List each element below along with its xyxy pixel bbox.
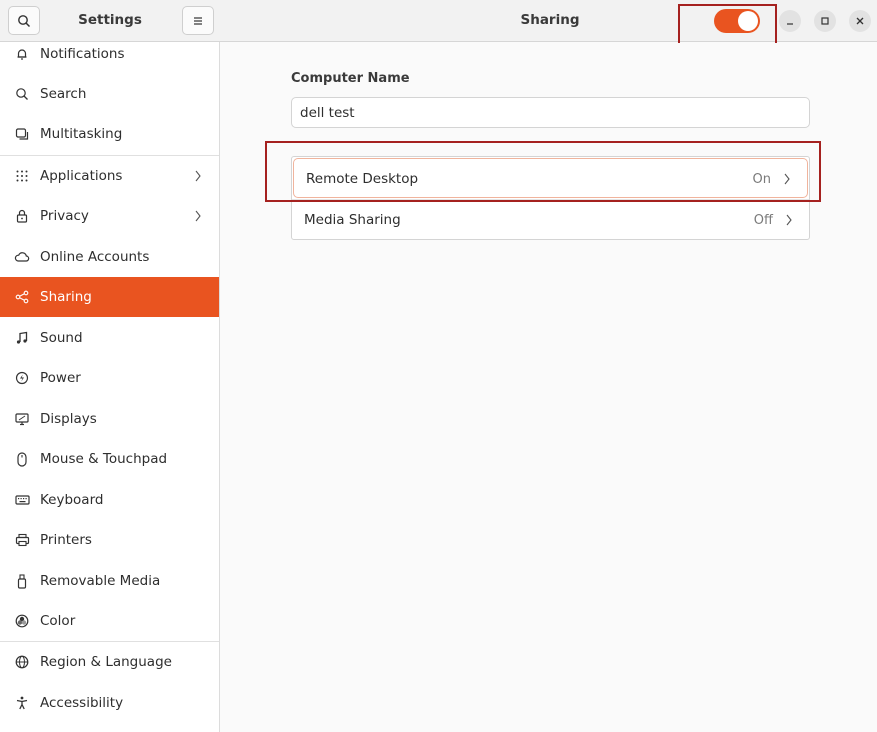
sidebar-item-sound[interactable]: Sound — [0, 318, 219, 358]
keyboard-icon — [14, 492, 30, 508]
sidebar-item-power[interactable]: Power — [0, 358, 219, 398]
content-area: Computer Name Remote Desktop On Media Sh… — [220, 43, 877, 732]
chevron-right-icon — [785, 212, 795, 228]
sidebar-item-label: Sound — [40, 330, 83, 346]
grid-icon — [14, 168, 30, 184]
sidebar: Settings Notifications Search Multitaski… — [0, 0, 220, 732]
sidebar-item-label: Removable Media — [40, 573, 161, 589]
sidebar-item-mouse-touchpad[interactable]: Mouse & Touchpad — [0, 439, 219, 479]
menu-button[interactable] — [182, 6, 214, 35]
sidebar-item-region-language[interactable]: Region & Language — [0, 642, 219, 682]
sidebar-item-applications[interactable]: Applications — [0, 156, 219, 196]
sidebar-item-label: Notifications — [40, 46, 125, 62]
sidebar-item-label: Displays — [40, 411, 97, 427]
chevron-right-icon — [194, 168, 206, 184]
sidebar-item-multitasking[interactable]: Multitasking — [0, 114, 219, 154]
settings-window: Settings Notifications Search Multitaski… — [0, 0, 877, 732]
minimize-button[interactable] — [779, 10, 801, 32]
sidebar-item-online-accounts[interactable]: Online Accounts — [0, 237, 219, 277]
sidebar-item-label: Search — [40, 86, 87, 102]
row-label: Media Sharing — [304, 212, 401, 228]
close-button[interactable] — [849, 10, 871, 32]
sidebar-item-color[interactable]: Color — [0, 601, 219, 641]
music-note-icon — [14, 330, 30, 346]
highlight-box — [265, 141, 821, 202]
sidebar-item-label: Color — [40, 613, 76, 629]
sidebar-item-privacy[interactable]: Privacy — [0, 196, 219, 236]
sidebar-item-label: Keyboard — [40, 492, 104, 508]
share-icon — [14, 289, 30, 305]
accessibility-icon — [14, 695, 30, 711]
chevron-right-icon — [194, 208, 206, 224]
sidebar-item-label: Accessibility — [40, 695, 124, 711]
sidebar-item-label: Applications — [40, 168, 123, 184]
sidebar-item-sharing[interactable]: Sharing — [0, 277, 219, 317]
maximize-icon — [821, 17, 829, 25]
maximize-button[interactable] — [814, 10, 836, 32]
sidebar-item-label: Online Accounts — [40, 249, 150, 265]
sidebar-item-search[interactable]: Search — [0, 74, 219, 114]
sidebar-title: Settings — [78, 12, 142, 28]
mouse-icon — [14, 451, 30, 467]
cloud-icon — [14, 249, 30, 265]
computer-name-label: Computer Name — [291, 71, 410, 86]
search-icon — [18, 14, 31, 27]
row-status: Off — [753, 213, 773, 228]
minimize-icon — [787, 23, 793, 25]
hamburger-menu-icon — [194, 16, 202, 25]
content-header: Sharing — [220, 0, 877, 49]
media-sharing-row[interactable]: Media Sharing Off — [292, 199, 809, 240]
sidebar-item-label: Multitasking — [40, 126, 123, 142]
sidebar-item-keyboard[interactable]: Keyboard — [0, 480, 219, 520]
bell-icon — [14, 46, 30, 62]
usb-drive-icon — [14, 573, 30, 589]
sidebar-item-removable-media[interactable]: Removable Media — [0, 561, 219, 601]
sidebar-item-label: Printers — [40, 532, 92, 548]
sidebar-item-label: Mouse & Touchpad — [40, 451, 168, 467]
globe-icon — [14, 654, 30, 670]
close-icon — [856, 17, 864, 25]
sidebar-item-displays[interactable]: Displays — [0, 399, 219, 439]
search-button[interactable] — [8, 6, 40, 35]
sidebar-item-accessibility[interactable]: Accessibility — [0, 683, 219, 723]
sidebar-item-label: Power — [40, 370, 81, 386]
sidebar-item-printers[interactable]: Printers — [0, 520, 219, 560]
lock-icon — [14, 208, 30, 224]
printer-icon — [14, 532, 30, 548]
power-icon — [14, 370, 30, 386]
search-icon — [14, 86, 30, 102]
sidebar-item-label: Region & Language — [40, 654, 172, 670]
sidebar-item-label: Sharing — [40, 289, 92, 305]
color-icon — [14, 613, 30, 629]
multitasking-icon — [14, 126, 30, 142]
sidebar-item-notifications[interactable]: Notifications — [0, 34, 219, 74]
computer-name-input[interactable] — [291, 97, 810, 128]
display-icon — [14, 411, 30, 427]
sidebar-item-label: Privacy — [40, 208, 89, 224]
